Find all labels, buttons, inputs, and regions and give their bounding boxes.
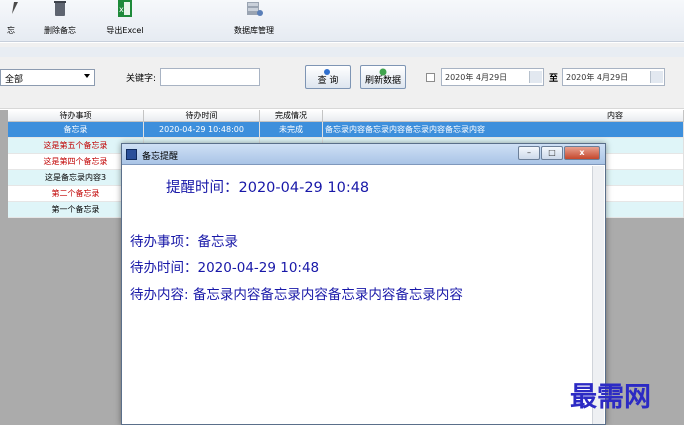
minimize-button[interactable]: – xyxy=(518,146,540,160)
filter-band xyxy=(0,47,684,57)
delete-memo-label: 删除备忘 xyxy=(44,26,76,35)
header-item[interactable]: 待办事项 xyxy=(8,110,144,122)
date-from-picker[interactable]: 2020年 4月29日 xyxy=(441,68,544,86)
excel-icon: x xyxy=(118,0,132,17)
database-icon xyxy=(247,2,263,16)
header-time[interactable]: 待办时间 xyxy=(144,110,260,122)
query-button[interactable]: 查 询 xyxy=(305,65,351,89)
grid-header: 待办事项 待办时间 完成情况 内容 xyxy=(8,110,684,122)
filter-bar: 全部 关键字: 查 询 刷新数据 2020年 4月29日 至 2020年 4月2… xyxy=(0,43,684,109)
header-status[interactable]: 完成情况 xyxy=(260,110,323,122)
export-excel-button[interactable]: x 导出Excel xyxy=(102,0,148,42)
toolbar-partial-label: 忘 xyxy=(7,26,15,35)
refresh-data-button[interactable]: 刷新数据 xyxy=(360,65,406,89)
dialog-title: 备忘提醒 xyxy=(142,152,179,162)
trash-icon xyxy=(54,1,66,16)
header-content[interactable]: 内容 xyxy=(323,110,684,122)
category-combo-value: 全部 xyxy=(5,75,24,85)
remind-time-line: 提醒时间：2020-04-29 10:48 xyxy=(166,180,370,196)
export-excel-label: 导出Excel xyxy=(106,26,144,35)
time-line: 待办时间：2020-04-29 10:48 xyxy=(130,260,320,276)
maximize-button[interactable]: □ xyxy=(541,146,563,160)
reminder-dialog: 备忘提醒 – □ x 提醒时间：2020-04-29 10:48 待办事项：备忘… xyxy=(121,143,606,425)
app-icon xyxy=(126,149,137,160)
feather-icon xyxy=(12,2,18,14)
cell-status: 未完成 xyxy=(260,122,323,138)
app-window: 忘 删除备忘 x 导出Excel 数据库管理 全部 关键字: 查 询 刷新数据 xyxy=(0,0,684,425)
item-line: 待办事项：备忘录 xyxy=(130,234,238,250)
query-label: 查 询 xyxy=(317,76,339,86)
cell-time: 2020-04-29 10:48:00 xyxy=(144,122,260,138)
cell-item: 备忘录 xyxy=(8,122,144,138)
database-manage-label: 数据库管理 xyxy=(234,26,274,35)
date-to-value: 2020年 4月29日 xyxy=(566,73,629,82)
dialog-titlebar[interactable]: 备忘提醒 – □ x xyxy=(122,144,605,165)
content-line: 待办内容: 备忘录内容备忘录内容备忘录内容备忘录内容 xyxy=(130,287,463,303)
dialog-body: 提醒时间：2020-04-29 10:48 待办事项：备忘录 待办时间：2020… xyxy=(128,166,591,424)
calendar-icon[interactable] xyxy=(650,71,663,83)
chevron-down-icon xyxy=(84,74,90,78)
toolbar: 忘 删除备忘 x 导出Excel 数据库管理 xyxy=(0,0,684,42)
toolbar-partial-button[interactable]: 忘 xyxy=(2,0,20,42)
watermark: 最需网 xyxy=(570,382,651,413)
calendar-icon[interactable] xyxy=(529,71,542,83)
date-filter-checkbox[interactable] xyxy=(426,73,435,82)
close-button[interactable]: x xyxy=(564,146,600,160)
keyword-label: 关键字: xyxy=(126,74,157,84)
category-combo[interactable]: 全部 xyxy=(0,69,95,86)
delete-memo-button[interactable]: 删除备忘 xyxy=(38,0,82,42)
refresh-data-label: 刷新数据 xyxy=(364,76,401,86)
database-manage-button[interactable]: 数据库管理 xyxy=(226,0,282,42)
cell-content: 备忘录内容备忘录内容备忘录内容备忘录内容 xyxy=(323,122,684,138)
date-to-picker[interactable]: 2020年 4月29日 xyxy=(562,68,665,86)
svg-text:x: x xyxy=(119,5,124,14)
date-from-value: 2020年 4月29日 xyxy=(445,73,508,82)
date-to-label: 至 xyxy=(549,74,559,84)
table-row-selected[interactable]: 备忘录 2020-04-29 10:48:00 未完成 备忘录内容备忘录内容备忘… xyxy=(8,122,684,138)
keyword-input[interactable] xyxy=(160,68,260,86)
